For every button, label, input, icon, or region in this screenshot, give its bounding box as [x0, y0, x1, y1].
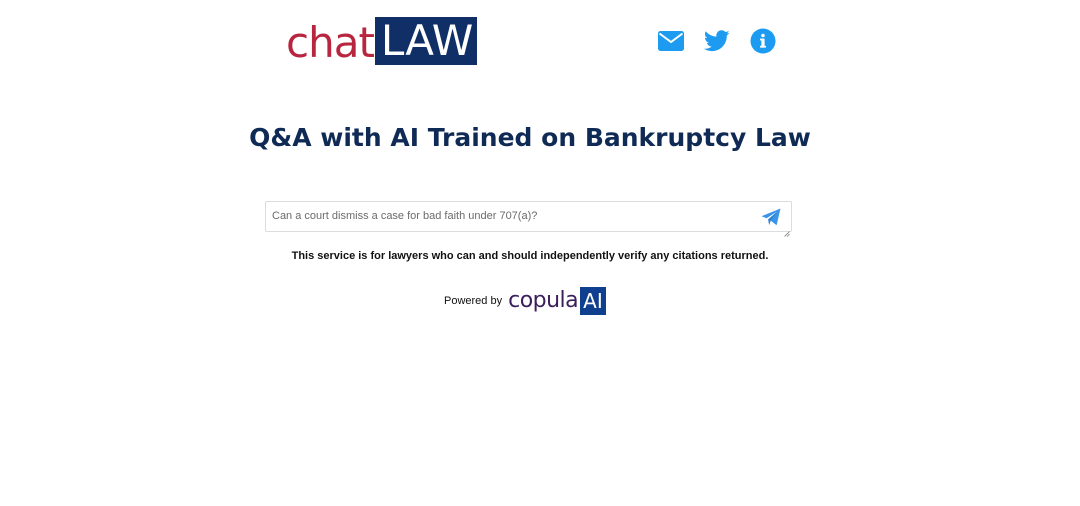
logo-law-text: LAW — [374, 17, 478, 65]
info-icon[interactable] — [749, 27, 777, 55]
mail-icon[interactable] — [657, 27, 685, 55]
question-input[interactable] — [266, 202, 756, 231]
copula-ai-logo[interactable]: copula AI — [508, 286, 606, 316]
chatlaw-logo[interactable]: chat LAW — [286, 17, 478, 67]
copula-text: copula — [508, 288, 579, 313]
page-title: Q&A with AI Trained on Bankruptcy Law — [249, 123, 811, 152]
powered-by: Powered by copula AI — [444, 284, 606, 318]
send-icon[interactable] — [761, 208, 781, 226]
resize-handle[interactable] — [784, 224, 790, 237]
twitter-icon[interactable] — [703, 27, 731, 55]
page: chat LAW Q&A with AI Trained on Bankrupt… — [0, 0, 1080, 506]
disclaimer-text: This service is for lawyers who can and … — [291, 250, 769, 262]
header-icon-bar — [657, 27, 777, 55]
question-box — [265, 201, 792, 237]
logo-chat-text: chat — [286, 18, 375, 67]
powered-by-label: Powered by — [444, 295, 503, 307]
copula-ai-text: AI — [580, 287, 606, 315]
